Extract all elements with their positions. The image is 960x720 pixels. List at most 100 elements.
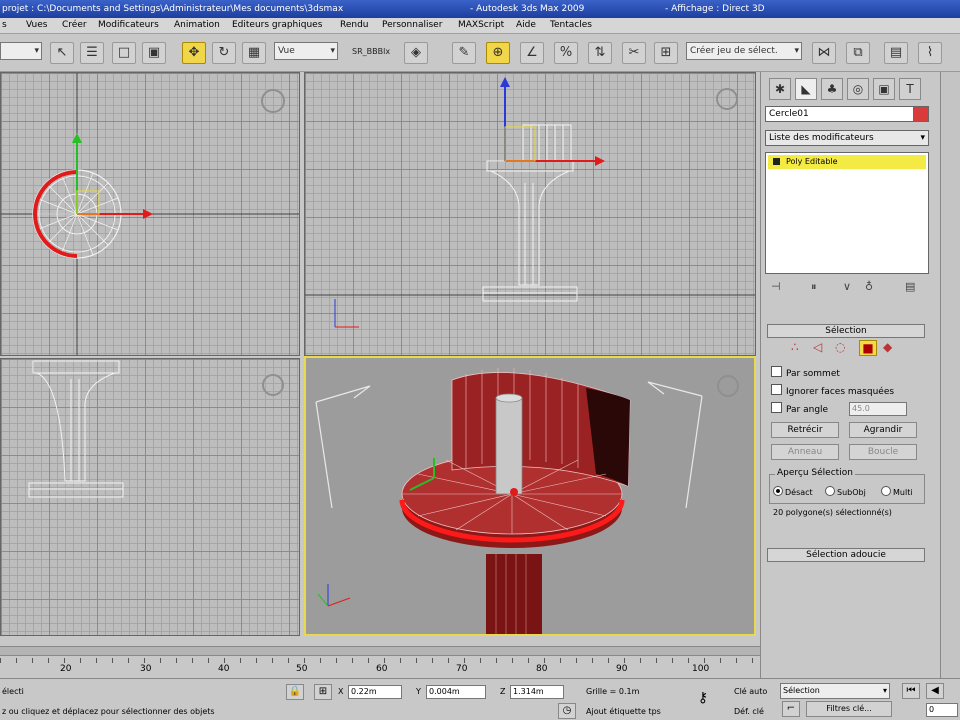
layer-manager-icon[interactable]: ▤ [884, 42, 908, 64]
angle-spinner[interactable]: 45.0 [849, 402, 907, 416]
front-view-scene [305, 77, 755, 328]
rectangular-selection-icon[interactable]: □ [112, 42, 136, 64]
time-slider-track[interactable] [0, 646, 760, 656]
time-tag-icon[interactable]: ◷ [558, 703, 576, 719]
selection-filter-dropdown[interactable] [0, 42, 42, 60]
key-mode-dropdown[interactable]: Sélection [780, 683, 890, 699]
menu-item-projet[interactable]: s [2, 20, 7, 30]
3dsmax-window: projet : C:\Documents and Settings\Admin… [0, 0, 960, 720]
remove-modifier-icon[interactable]: ♁ [865, 280, 873, 293]
top-view-scene [1, 73, 299, 355]
z-coordinate-field[interactable]: 1.314m [510, 685, 564, 699]
lock-selection-icon[interactable]: 🔒 [286, 684, 304, 700]
motion-tab-icon[interactable]: ◎ [847, 78, 869, 100]
reference-coord-dropdown[interactable]: Vue [274, 42, 338, 60]
grow-button[interactable]: Agrandir [849, 422, 917, 438]
scale-tool-icon[interactable]: ▦ [242, 42, 266, 64]
preview-multi-radio[interactable]: Multi [881, 486, 913, 497]
show-end-result-icon[interactable]: ⏸ [811, 280, 817, 294]
display-tab-icon[interactable]: ▣ [873, 78, 895, 100]
selection-rollout-title[interactable]: Sélection [767, 324, 925, 338]
command-panel-tabs: ✱ ◣ ♣ ◎ ▣ T [769, 78, 934, 100]
soft-selection-rollout-title[interactable]: Sélection adoucie [767, 548, 925, 562]
preview-off-radio[interactable]: Désact [773, 486, 813, 497]
ignore-backfacing-checkbox[interactable]: Ignorer faces masquées [771, 384, 894, 397]
menu-item-aide[interactable]: Aide [516, 20, 536, 30]
angle-snap-icon[interactable]: ∠ [520, 42, 544, 64]
frame-tick: 30 [140, 664, 152, 674]
timeline[interactable]: 20 30 40 50 60 70 80 90 100 [0, 640, 760, 678]
window-crossing-icon[interactable]: ▣ [142, 42, 166, 64]
viewport-perspective[interactable] [304, 356, 756, 636]
percent-snap-icon[interactable]: % [554, 42, 578, 64]
key-filters-button[interactable]: Filtres clé... [806, 701, 892, 717]
align-icon[interactable]: ⧉ [846, 42, 870, 64]
spinner-snap-icon[interactable]: ⇅ [588, 42, 612, 64]
viewport-left[interactable] [0, 358, 300, 636]
frame-tick: 90 [616, 664, 628, 674]
named-selection-dropdown[interactable]: Créer jeu de sélect. [686, 42, 802, 60]
by-vertex-checkbox[interactable]: Par sommet [771, 366, 840, 379]
element-level-icon[interactable]: ◆ [883, 340, 892, 354]
display-mode: - Affichage : Direct 3D [665, 4, 765, 14]
stack-item-poly-editable[interactable]: Poly Editable [768, 155, 926, 169]
key-icon[interactable]: ⚷ [688, 691, 718, 707]
menu-item-maxscript[interactable]: MAXScript [458, 20, 504, 30]
viewport-top[interactable] [0, 72, 300, 356]
border-level-icon[interactable]: ◌ [835, 340, 845, 354]
make-unique-icon[interactable]: ∨ [843, 280, 851, 293]
edge-level-icon[interactable]: ◁ [813, 340, 822, 354]
auto-key-label[interactable]: Clé auto [734, 687, 767, 696]
configure-sets-icon[interactable]: ▤ [905, 280, 915, 293]
vertex-level-icon[interactable]: ∴ [791, 340, 799, 354]
edit-named-selection-icon[interactable]: ✂ [622, 42, 646, 64]
frame-tick: 40 [218, 664, 230, 674]
pin-stack-icon[interactable]: ⊣ [771, 280, 781, 293]
snap-toggle-icon[interactable]: ⊕ [486, 42, 510, 64]
mirror-icon[interactable]: ⋈ [812, 42, 836, 64]
curve-editor-icon[interactable]: ⌇ [918, 42, 942, 64]
menu-bar: s Vues Créer Modificateurs Animation Edi… [0, 18, 960, 34]
hierarchy-tab-icon[interactable]: ♣ [821, 78, 843, 100]
create-tab-icon[interactable]: ✱ [769, 78, 791, 100]
modify-tab-icon[interactable]: ◣ [795, 78, 817, 100]
shrink-button[interactable]: Retrécir [771, 422, 839, 438]
menu-item-tentacles[interactable]: Tentacles [550, 20, 592, 30]
menu-item-vues[interactable]: Vues [26, 20, 47, 30]
named-selection-icon[interactable]: ⊞ [654, 42, 678, 64]
ring-button[interactable]: Anneau [771, 444, 839, 460]
pivot-icon[interactable]: ◈ [404, 42, 428, 64]
set-key-button[interactable]: ⌐ [782, 701, 800, 717]
loop-button[interactable]: Boucle [849, 444, 917, 460]
x-coordinate-field[interactable]: 0.22m [348, 685, 402, 699]
object-name-field[interactable]: Cercle01 [765, 106, 915, 122]
previous-frame-icon[interactable]: ◀ [926, 683, 944, 699]
select-manipulate-icon[interactable]: ✎ [452, 42, 476, 64]
menu-item-rendu[interactable]: Rendu [340, 20, 369, 30]
by-angle-checkbox[interactable]: Par angle [771, 402, 828, 415]
menu-item-editeurs-graphiques[interactable]: Editeurs graphiques [232, 20, 322, 30]
y-coordinate-field[interactable]: 0.004m [426, 685, 486, 699]
menu-item-personnaliser[interactable]: Personnaliser [382, 20, 442, 30]
rotate-tool-icon[interactable]: ↻ [212, 42, 236, 64]
menu-item-creer[interactable]: Créer [62, 20, 87, 30]
add-time-tag[interactable]: Ajout étiquette tps [586, 707, 661, 716]
polygon-level-icon[interactable]: ■ [859, 340, 877, 356]
menu-item-modificateurs[interactable]: Modificateurs [98, 20, 159, 30]
viewcube-icon [717, 375, 739, 397]
command-panel-scrollbar[interactable] [940, 72, 960, 678]
preview-subobj-radio[interactable]: SubObj [825, 486, 866, 497]
menu-item-animation[interactable]: Animation [174, 20, 220, 30]
object-color-swatch[interactable] [913, 106, 929, 122]
viewport-front[interactable] [304, 72, 756, 356]
move-tool-icon[interactable]: ✥ [182, 42, 206, 64]
utilities-tab-icon[interactable]: T [899, 78, 921, 100]
go-to-start-icon[interactable]: ⏮ [902, 683, 920, 699]
current-frame-field[interactable]: 0 [926, 703, 958, 717]
select-by-name-icon[interactable]: ☰ [80, 42, 104, 64]
set-key-label[interactable]: Déf. clé [734, 707, 764, 716]
select-object-icon[interactable]: ↖ [50, 42, 74, 64]
absolute-mode-icon[interactable]: ⊞ [314, 684, 332, 700]
viewcube-icon [262, 374, 284, 396]
modifier-list-dropdown[interactable]: Liste des modificateurs [765, 130, 929, 146]
